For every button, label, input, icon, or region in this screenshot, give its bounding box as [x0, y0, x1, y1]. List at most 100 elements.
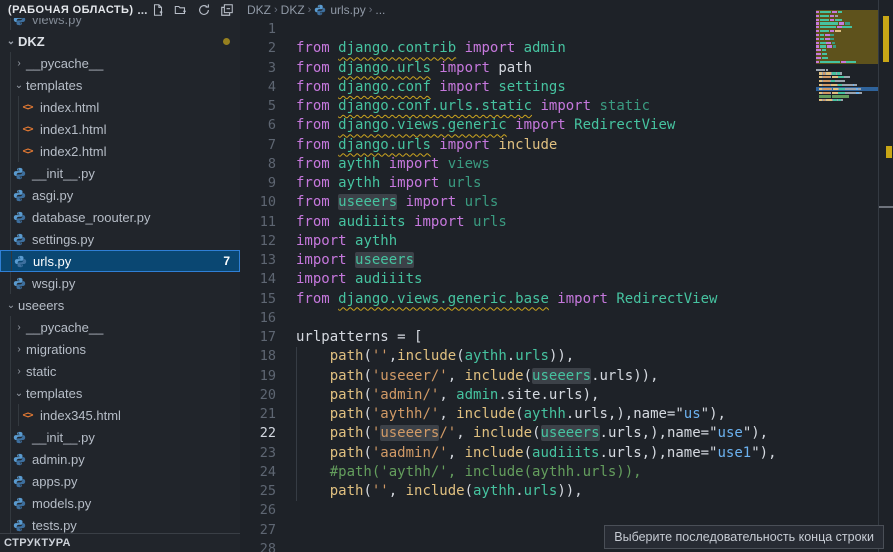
tree-item-index-html[interactable]: <>index.html	[0, 96, 240, 118]
tree-item-admin-py[interactable]: admin.py	[0, 448, 240, 470]
code-line-4[interactable]: 4from django.conf import settings	[240, 78, 816, 97]
tree-item-asgi-py[interactable]: asgi.py	[0, 184, 240, 206]
tree-item-urls-py[interactable]: urls.py7	[0, 250, 240, 272]
minimap[interactable]	[816, 0, 878, 552]
tree-item-wsgi-py[interactable]: wsgi.py	[0, 272, 240, 294]
code-line-16[interactable]: 16	[240, 309, 816, 328]
tree-item-useeers[interactable]: ⌄useeers	[0, 294, 240, 316]
code-line-3[interactable]: 3from django.urls import path	[240, 59, 816, 78]
more-actions-icon[interactable]: ...	[137, 3, 147, 17]
code-line-12[interactable]: 12import aythh	[240, 232, 816, 251]
code-line-11[interactable]: 11from audiiits import urls	[240, 213, 816, 232]
breadcrumb-item-0[interactable]: DKZ	[247, 3, 271, 17]
new-folder-icon[interactable]	[174, 3, 188, 17]
chevron-down-icon[interactable]: ⌄	[4, 300, 18, 311]
python-file-icon	[12, 497, 27, 510]
code-line-9[interactable]: 9from aythh import urls	[240, 174, 816, 193]
tree-item-index2-html[interactable]: <>index2.html	[0, 140, 240, 162]
line-text: import useeers	[296, 251, 414, 270]
line-number: 27	[240, 521, 276, 540]
code-line-18[interactable]: 18 path('',include(aythh.urls)),	[240, 347, 816, 366]
overview-ruler[interactable]	[878, 0, 893, 552]
code-line-22[interactable]: 22 path('useeers/', include(useeers.urls…	[240, 424, 816, 443]
breadcrumb-item-1[interactable]: DKZ	[281, 3, 305, 17]
breadcrumb-item-3[interactable]: ...	[375, 3, 385, 17]
code-token: useeers	[532, 368, 591, 384]
code-area[interactable]: 12from django.contrib import admin3from …	[240, 20, 816, 552]
code-line-24[interactable]: 24 #path('aythh/', include(aythh.urls)),	[240, 463, 816, 482]
code-line-19[interactable]: 19 path('useeer/', include(useeers.urls)…	[240, 367, 816, 386]
code-token: (	[515, 406, 523, 422]
line-number: 7	[240, 136, 276, 155]
code-token: django.conf	[338, 79, 431, 95]
eol-tooltip: Выберите последовательность конца строки	[604, 525, 884, 549]
code-token: from	[296, 175, 338, 191]
code-token: .site.urls),	[498, 387, 599, 403]
code-line-20[interactable]: 20 path('admin/', admin.site.urls),	[240, 386, 816, 405]
code-line-1[interactable]: 1	[240, 20, 816, 39]
tree-item-dkz[interactable]: ⌄DKZ	[0, 30, 240, 52]
tree-item-models-py[interactable]: models.py	[0, 492, 240, 514]
chevron-right-icon[interactable]: ›	[12, 58, 26, 69]
code-line-17[interactable]: 17urlpatterns = [	[240, 328, 816, 347]
refresh-icon[interactable]	[197, 3, 211, 17]
editor-pane: DKZ›DKZ›urls.py›... 12from django.contri…	[240, 0, 893, 552]
line-text: from django.urls import include	[296, 136, 557, 155]
chevron-down-icon[interactable]: ⌄	[12, 80, 26, 91]
tree-item-settings-py[interactable]: settings.py	[0, 228, 240, 250]
chevron-down-icon[interactable]: ⌄	[12, 388, 26, 399]
html-file-icon: <>	[20, 146, 35, 157]
code-line-21[interactable]: 21 path('aythh/', include(aythh.urls,),n…	[240, 405, 816, 424]
code-token: import	[296, 271, 355, 287]
new-file-icon[interactable]	[151, 3, 165, 17]
outline-section-header[interactable]: СТРУКТУРА	[0, 533, 240, 552]
code-line-15[interactable]: 15from django.views.generic.base import …	[240, 290, 816, 309]
code-line-13[interactable]: 13import useeers	[240, 251, 816, 270]
collapse-all-icon[interactable]	[220, 3, 234, 17]
breadcrumb-item-2[interactable]: urls.py	[314, 3, 365, 17]
code-line-25[interactable]: 25 path('', include(aythh.urls)),	[240, 482, 816, 501]
warning-marker-top	[883, 16, 889, 62]
tree-item-migrations[interactable]: ›migrations	[0, 338, 240, 360]
code-line-6[interactable]: 6from django.views.generic import Redire…	[240, 116, 816, 135]
python-icon	[13, 277, 26, 290]
indent-guide	[11, 251, 12, 271]
tree-item-tests-py[interactable]: tests.py	[0, 514, 240, 533]
code-token: useeers	[541, 425, 600, 441]
chevron-down-icon[interactable]: ⌄	[4, 36, 18, 47]
code-line-10[interactable]: 10from useeers import urls	[240, 193, 816, 212]
tree-item-label: __pycache__	[26, 56, 103, 71]
code-token: admin	[456, 387, 498, 403]
tree-item--pycache-[interactable]: ›__pycache__	[0, 316, 240, 338]
python-icon	[14, 255, 27, 268]
chevron-right-icon[interactable]: ›	[12, 344, 26, 355]
tree-item-views-py[interactable]: views.py	[0, 18, 240, 30]
code-line-14[interactable]: 14import audiiits	[240, 270, 816, 289]
code-line-23[interactable]: 23 path('aadmin/', include(audiiits.urls…	[240, 444, 816, 463]
tree-item-static[interactable]: ›static	[0, 360, 240, 382]
tree-item--init-py[interactable]: __init__.py	[0, 426, 240, 448]
code-token: path	[498, 60, 532, 76]
chevron-right-icon[interactable]: ›	[12, 366, 26, 377]
code-token: useeers	[380, 425, 439, 441]
tree-item--pycache-[interactable]: ›__pycache__	[0, 52, 240, 74]
tree-item--init-py[interactable]: __init__.py	[0, 162, 240, 184]
code-token: audiiits	[355, 271, 422, 287]
chevron-right-icon[interactable]: ›	[12, 322, 26, 333]
tree-item-database-roouter-py[interactable]: database_roouter.py	[0, 206, 240, 228]
indent-guide	[10, 404, 11, 426]
tree-item-templates[interactable]: ⌄templates	[0, 74, 240, 96]
code-token: urlpatterns = [	[296, 329, 422, 345]
tree-item-templates[interactable]: ⌄templates	[0, 382, 240, 404]
code-line-5[interactable]: 5from django.conf.urls.static import sta…	[240, 97, 816, 116]
code-line-7[interactable]: 7 from django.urls import include	[240, 136, 816, 155]
tree-item-label: asgi.py	[32, 188, 73, 203]
tree-item-index345-html[interactable]: <>index345.html	[0, 404, 240, 426]
code-line-26[interactable]: 26	[240, 501, 816, 520]
tree-item-index1-html[interactable]: <>index1.html	[0, 118, 240, 140]
code-line-2[interactable]: 2from django.contrib import admin	[240, 39, 816, 58]
code-token: (	[465, 483, 473, 499]
tree-item-apps-py[interactable]: apps.py	[0, 470, 240, 492]
tree-item-label: index345.html	[40, 408, 121, 423]
code-line-8[interactable]: 8from aythh import views	[240, 155, 816, 174]
